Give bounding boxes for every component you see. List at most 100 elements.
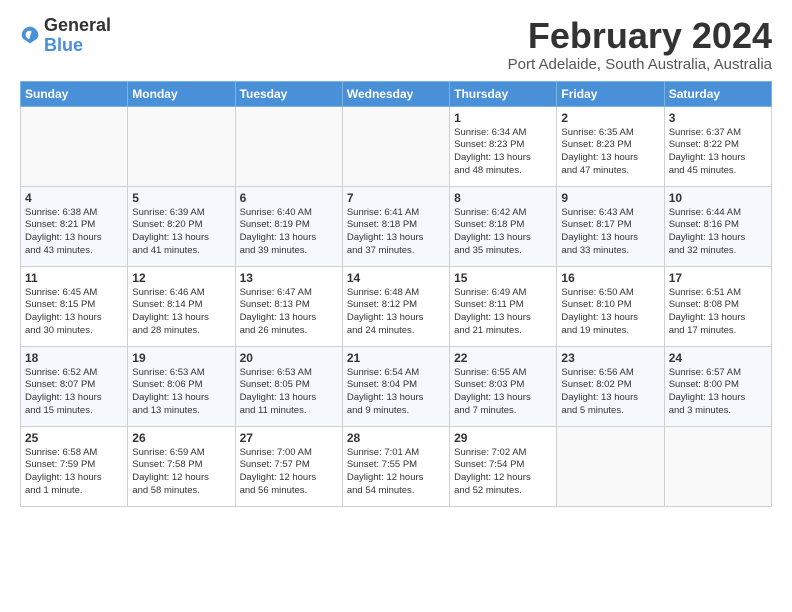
day-number: 17 [669, 271, 767, 285]
calendar-cell: 16Sunrise: 6:50 AMSunset: 8:10 PMDayligh… [557, 266, 664, 346]
calendar-cell: 23 Sunrise: 6:56 AMSunset: 8:02 PMDayligh… [557, 346, 664, 426]
calendar-cell: 22 Sunrise: 6:55 AMSunset: 8:03 PMDayligh… [450, 346, 557, 426]
day-number: 28 [347, 431, 445, 445]
day-number: 6 [240, 191, 338, 205]
calendar-cell: 4 Sunrise: 6:38 AMSunset: 8:21 PMDaylight… [21, 186, 128, 266]
day-number: 14 [347, 271, 445, 285]
header-cell-thursday: Thursday [450, 81, 557, 106]
calendar-cell: 10Sunrise: 6:44 AMSunset: 8:16 PMDayligh… [664, 186, 771, 266]
header-cell-sunday: Sunday [21, 81, 128, 106]
day-info: Sunrise: 6:35 AMSunset: 8:23 PMDaylight:… [561, 127, 659, 178]
header-cell-monday: Monday [128, 81, 235, 106]
day-info: Sunrise: 6:44 AMSunset: 8:16 PMDaylight:… [669, 207, 767, 258]
calendar-cell: 26 Sunrise: 6:59 AMSunset: 7:58 PMDayligh… [128, 426, 235, 506]
calendar-table: SundayMondayTuesdayWednesdayThursdayFrid… [20, 81, 772, 507]
calendar-cell: 15 Sunrise: 6:49 AMSunset: 8:11 PMDayligh… [450, 266, 557, 346]
day-number: 22 [454, 351, 552, 365]
logo: General Blue [20, 16, 111, 56]
day-number: 8 [454, 191, 552, 205]
day-number: 15 [454, 271, 552, 285]
calendar-cell: 7 Sunrise: 6:41 AMSunset: 8:18 PMDaylight… [342, 186, 449, 266]
day-info: Sunrise: 6:56 AMSunset: 8:02 PMDaylight:… [561, 367, 659, 418]
logo-line1: General [44, 16, 111, 36]
calendar-cell: 14Sunrise: 6:48 AMSunset: 8:12 PMDayligh… [342, 266, 449, 346]
calendar-cell: 28 Sunrise: 7:01 AMSunset: 7:55 PMDayligh… [342, 426, 449, 506]
day-info: Sunrise: 6:51 AMSunset: 8:08 PMDaylight:… [669, 287, 767, 338]
header-cell-saturday: Saturday [664, 81, 771, 106]
calendar-cell: 2Sunrise: 6:35 AMSunset: 8:23 PMDaylight… [557, 106, 664, 186]
day-number: 12 [132, 271, 230, 285]
calendar-cell: 29 Sunrise: 7:02 AMSunset: 7:54 PMDayligh… [450, 426, 557, 506]
day-number: 18 [25, 351, 123, 365]
day-info: Sunrise: 6:47 AMSunset: 8:13 PMDaylight:… [240, 287, 338, 338]
day-info: Sunrise: 6:59 AMSunset: 7:58 PMDaylight:… [132, 447, 230, 498]
day-info: Sunrise: 6:40 AMSunset: 8:19 PMDaylight:… [240, 207, 338, 258]
day-info: Sunrise: 6:52 AMSunset: 8:07 PMDaylight:… [25, 367, 123, 418]
calendar-cell: 11Sunrise: 6:45 AMSunset: 8:15 PMDayligh… [21, 266, 128, 346]
calendar-title: February 2024 [508, 16, 772, 56]
day-info: Sunrise: 7:00 AMSunset: 7:57 PMDaylight:… [240, 447, 338, 498]
day-info: Sunrise: 6:41 AMSunset: 8:18 PMDaylight:… [347, 207, 445, 258]
day-number: 25 [25, 431, 123, 445]
day-info: Sunrise: 6:55 AMSunset: 8:03 PMDaylight:… [454, 367, 552, 418]
calendar-cell: 20 Sunrise: 6:53 AMSunset: 8:05 PMDayligh… [235, 346, 342, 426]
day-number: 4 [25, 191, 123, 205]
header-row: SundayMondayTuesdayWednesdayThursdayFrid… [21, 81, 772, 106]
calendar-cell: 12 Sunrise: 6:46 AMSunset: 8:14 PMDayligh… [128, 266, 235, 346]
calendar-cell [664, 426, 771, 506]
week-row-3: 11Sunrise: 6:45 AMSunset: 8:15 PMDayligh… [21, 266, 772, 346]
day-info: Sunrise: 6:43 AMSunset: 8:17 PMDaylight:… [561, 207, 659, 258]
header-cell-tuesday: Tuesday [235, 81, 342, 106]
day-info: Sunrise: 6:42 AMSunset: 8:18 PMDaylight:… [454, 207, 552, 258]
title-area: February 2024 Port Adelaide, South Austr… [508, 16, 772, 73]
calendar-cell: 9Sunrise: 6:43 AMSunset: 8:17 PMDaylight… [557, 186, 664, 266]
day-info: Sunrise: 6:49 AMSunset: 8:11 PMDaylight:… [454, 287, 552, 338]
calendar-cell: 8 Sunrise: 6:42 AMSunset: 8:18 PMDaylight… [450, 186, 557, 266]
calendar-cell: 18 Sunrise: 6:52 AMSunset: 8:07 PMDayligh… [21, 346, 128, 426]
calendar-cell: 24 Sunrise: 6:57 AMSunset: 8:00 PMDayligh… [664, 346, 771, 426]
calendar-body: 1Sunrise: 6:34 AMSunset: 8:23 PMDaylight… [21, 106, 772, 506]
calendar-subtitle: Port Adelaide, South Australia, Australi… [508, 56, 772, 73]
day-number: 3 [669, 111, 767, 125]
calendar-cell: 6 Sunrise: 6:40 AMSunset: 8:19 PMDaylight… [235, 186, 342, 266]
day-info: Sunrise: 6:46 AMSunset: 8:14 PMDaylight:… [132, 287, 230, 338]
calendar-cell: 5 Sunrise: 6:39 AMSunset: 8:20 PMDaylight… [128, 186, 235, 266]
week-row-1: 1Sunrise: 6:34 AMSunset: 8:23 PMDaylight… [21, 106, 772, 186]
day-info: Sunrise: 6:53 AMSunset: 8:06 PMDaylight:… [132, 367, 230, 418]
day-number: 26 [132, 431, 230, 445]
calendar-cell: 13Sunrise: 6:47 AMSunset: 8:13 PMDayligh… [235, 266, 342, 346]
logo-icon [20, 25, 40, 45]
day-number: 21 [347, 351, 445, 365]
day-number: 29 [454, 431, 552, 445]
calendar-cell [342, 106, 449, 186]
day-number: 5 [132, 191, 230, 205]
calendar-cell: 19 Sunrise: 6:53 AMSunset: 8:06 PMDayligh… [128, 346, 235, 426]
day-number: 7 [347, 191, 445, 205]
calendar-cell: 3Sunrise: 6:37 AMSunset: 8:22 PMDaylight… [664, 106, 771, 186]
day-info: Sunrise: 6:58 AMSunset: 7:59 PMDaylight:… [25, 447, 123, 498]
day-number: 23 [561, 351, 659, 365]
calendar-header: SundayMondayTuesdayWednesdayThursdayFrid… [21, 81, 772, 106]
day-info: Sunrise: 6:45 AMSunset: 8:15 PMDaylight:… [25, 287, 123, 338]
week-row-5: 25 Sunrise: 6:58 AMSunset: 7:59 PMDayligh… [21, 426, 772, 506]
header: General Blue February 2024 Port Adelaide… [20, 16, 772, 73]
calendar-cell [557, 426, 664, 506]
day-info: Sunrise: 7:02 AMSunset: 7:54 PMDaylight:… [454, 447, 552, 498]
day-info: Sunrise: 6:38 AMSunset: 8:21 PMDaylight:… [25, 207, 123, 258]
calendar-cell [235, 106, 342, 186]
calendar-cell [128, 106, 235, 186]
logo-text: General Blue [44, 16, 111, 56]
header-cell-friday: Friday [557, 81, 664, 106]
day-info: Sunrise: 6:57 AMSunset: 8:00 PMDaylight:… [669, 367, 767, 418]
day-info: Sunrise: 6:39 AMSunset: 8:20 PMDaylight:… [132, 207, 230, 258]
calendar-cell: 21Sunrise: 6:54 AMSunset: 8:04 PMDayligh… [342, 346, 449, 426]
day-number: 24 [669, 351, 767, 365]
day-number: 20 [240, 351, 338, 365]
day-info: Sunrise: 6:34 AMSunset: 8:23 PMDaylight:… [454, 127, 552, 178]
calendar-cell: 17 Sunrise: 6:51 AMSunset: 8:08 PMDayligh… [664, 266, 771, 346]
day-number: 27 [240, 431, 338, 445]
day-info: Sunrise: 7:01 AMSunset: 7:55 PMDaylight:… [347, 447, 445, 498]
day-number: 19 [132, 351, 230, 365]
calendar-cell [21, 106, 128, 186]
day-info: Sunrise: 6:53 AMSunset: 8:05 PMDaylight:… [240, 367, 338, 418]
